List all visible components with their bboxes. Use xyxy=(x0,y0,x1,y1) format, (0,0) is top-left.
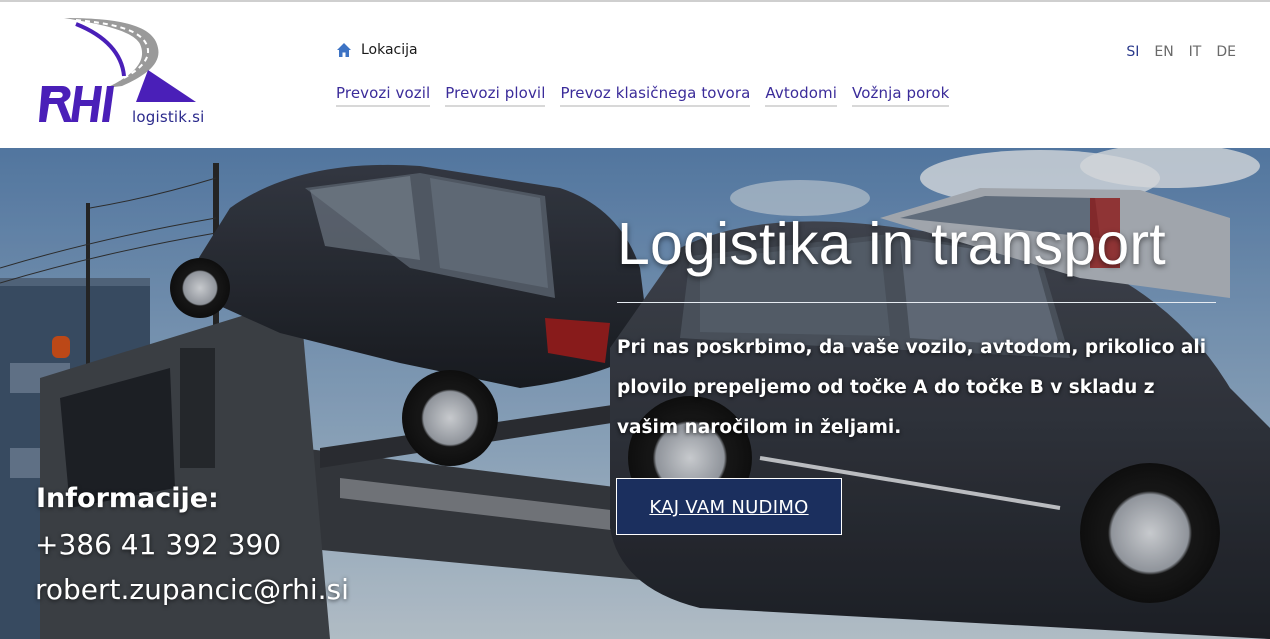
main-navigation: Prevozi vozil Prevozi plovil Prevoz klas… xyxy=(336,84,950,107)
contact-title: Informacije: xyxy=(36,483,219,514)
lang-si[interactable]: SI xyxy=(1126,44,1139,60)
contact-email[interactable]: robert.zupancic@rhi.si xyxy=(35,573,349,606)
what-we-offer-button[interactable]: KAJ VAM NUDIMO xyxy=(616,478,842,535)
lang-it[interactable]: IT xyxy=(1189,44,1202,60)
language-switcher: SI EN IT DE xyxy=(1126,44,1236,60)
nav-item-wedding-drive[interactable]: Vožnja porok xyxy=(852,84,950,107)
home-icon xyxy=(336,42,352,58)
contact-phone[interactable]: +386 41 392 390 xyxy=(35,528,281,561)
location-link-label: Lokacija xyxy=(361,42,418,58)
nav-item-motorhomes[interactable]: Avtodomi xyxy=(765,84,838,107)
logo[interactable]: logistik.si xyxy=(36,14,206,134)
hero-divider xyxy=(617,302,1216,303)
location-link[interactable]: Lokacija xyxy=(336,42,418,58)
nav-item-classic-cargo[interactable]: Prevoz klasičnega tovora xyxy=(560,84,751,107)
lang-de[interactable]: DE xyxy=(1216,44,1236,60)
hero-title: Logistika in transport xyxy=(617,211,1166,277)
lang-en[interactable]: EN xyxy=(1154,44,1173,60)
nav-item-boat-transport[interactable]: Prevozi plovil xyxy=(445,84,546,107)
logo-domain: logistik.si xyxy=(132,108,205,126)
hero-description: Pri nas poskrbimo, da vaše vozilo, avtod… xyxy=(617,337,1207,438)
top-border xyxy=(0,0,1270,2)
nav-item-vehicle-transport[interactable]: Prevozi vozil xyxy=(336,84,431,107)
